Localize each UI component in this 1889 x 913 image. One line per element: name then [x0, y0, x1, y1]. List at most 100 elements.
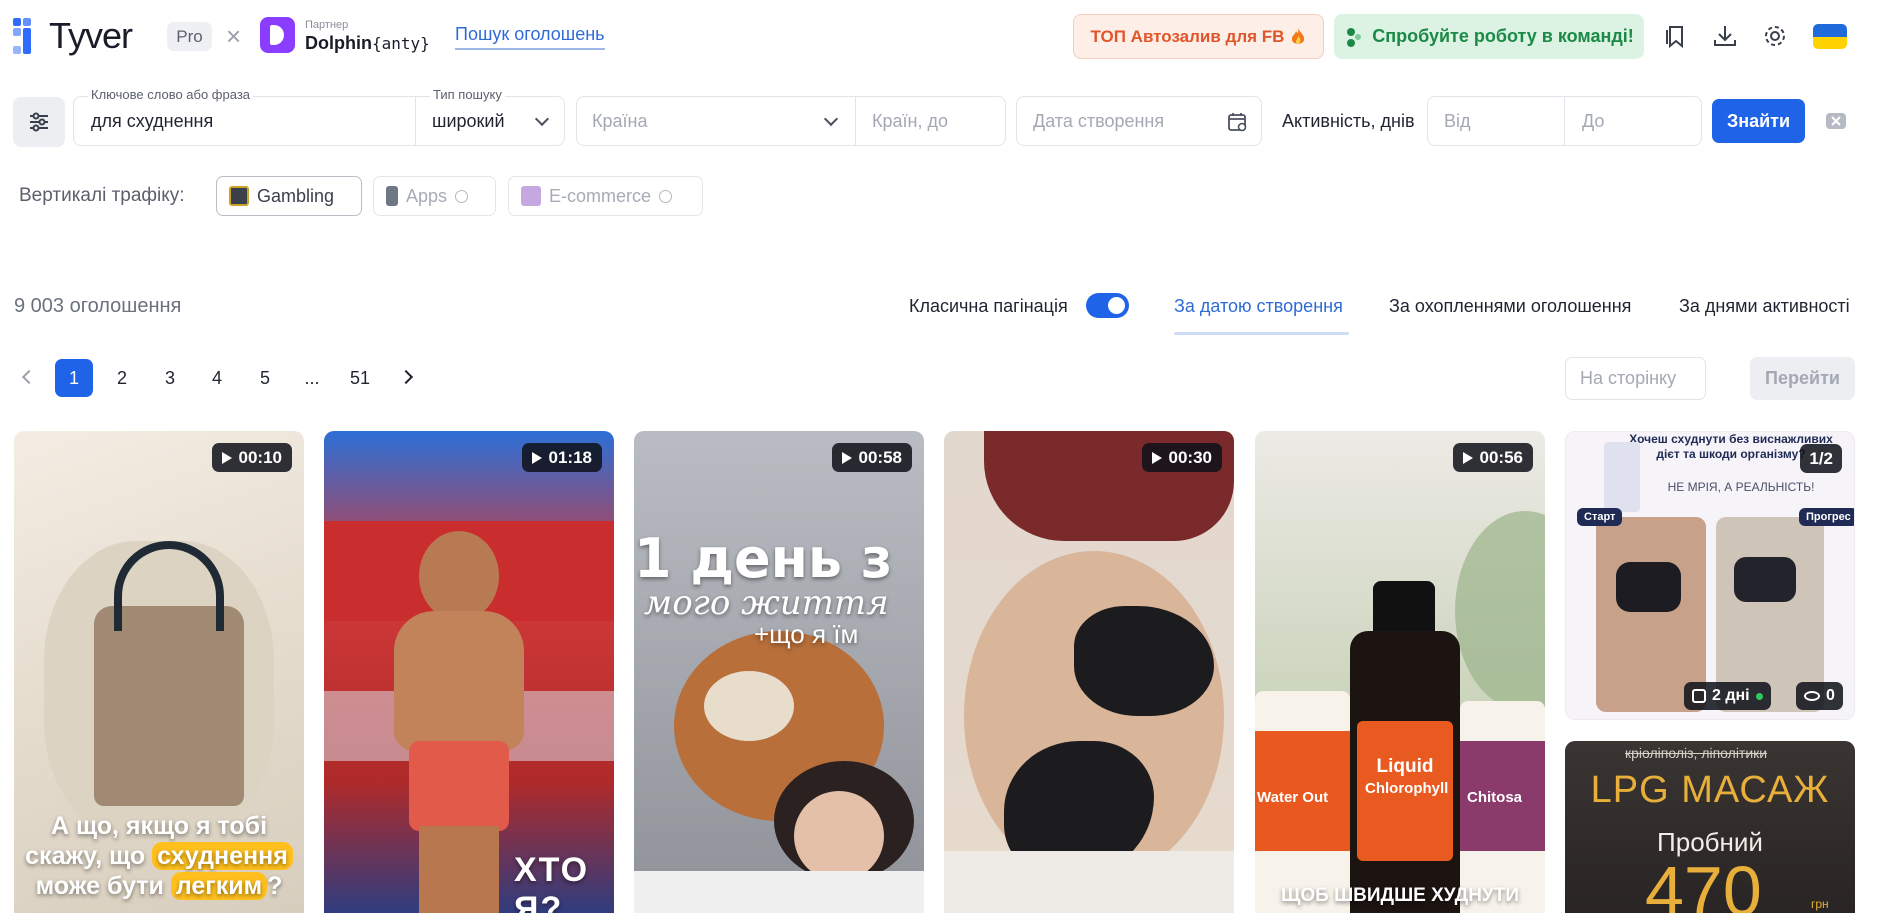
active-tab-indicator: [1174, 332, 1349, 335]
carousel-index-badge: 1/2: [1800, 444, 1842, 473]
dolphin-logo-icon[interactable]: [260, 17, 295, 53]
sliders-icon: [30, 112, 48, 132]
partner-name[interactable]: Dolphin{anty}: [305, 33, 430, 54]
active-days-badge: 2 дні: [1684, 682, 1771, 710]
ad-card[interactable]: 00:30: [944, 431, 1234, 913]
video-duration-badge: 01:18: [521, 443, 602, 472]
activity-to-placeholder: До: [1582, 111, 1605, 131]
ad-thumbnail: [94, 606, 244, 806]
ads-count: 9 003 оголошення: [14, 295, 182, 317]
play-icon: [1151, 451, 1162, 464]
page-2[interactable]: 2: [103, 359, 141, 397]
top-header: Tyver Pro × Партнер Dolphin{anty} Пошук …: [0, 0, 1889, 76]
vertical-chip-ecommerce[interactable]: E-commerce: [508, 176, 703, 216]
team-trial-button[interactable]: Спробуйте роботу в команді!: [1334, 14, 1644, 59]
ad-card[interactable]: 01:18 ХТО Я?: [324, 431, 614, 913]
page-51[interactable]: 51: [341, 359, 379, 397]
bookmarks-icon[interactable]: [1661, 22, 1689, 50]
views-badge: 0: [1796, 682, 1843, 710]
settings-icon[interactable]: [1761, 22, 1789, 50]
fire-icon: [1292, 27, 1305, 44]
next-page-icon[interactable]: [398, 369, 414, 385]
country-placeholder: Країна: [592, 111, 648, 131]
ad-caption: А що, якщо я тобі скажу, що схуднення мо…: [14, 811, 304, 901]
search-type-label: Тип пошуку: [430, 87, 505, 102]
ad-caption-line: кріоліполіз, ліполітики: [1625, 745, 1768, 761]
ad-caption: LPG МАСАЖ: [1590, 769, 1830, 811]
ad-caption: Liquid Chlorophyll: [1365, 756, 1449, 797]
ad-caption-line: мого життя: [644, 583, 889, 623]
ad-caption: ХТО Я?: [514, 851, 590, 913]
page-1[interactable]: 1: [55, 359, 93, 397]
vertical-chip-label: E-commerce: [549, 185, 652, 206]
search-ads-link[interactable]: Пошук оголошень: [455, 24, 605, 50]
fb-button-label: ТОП Автозалив для FB: [1090, 26, 1285, 46]
ad-card[interactable]: 00:58 1 день з мого життя +що я їм: [634, 431, 924, 913]
team-button-label: Спробуйте роботу в команді!: [1372, 26, 1634, 46]
users-icon: [1347, 27, 1362, 47]
keyword-label: Ключове слово або фраза: [88, 87, 254, 102]
video-duration-badge: 00:10: [211, 443, 292, 472]
video-duration-badge: 00:58: [831, 443, 912, 472]
eye-icon: [1804, 691, 1820, 701]
slot-machine-icon: [229, 186, 249, 206]
ad-caption-line: Chitosa: [1467, 789, 1523, 806]
vertical-chip-apps[interactable]: Apps: [373, 176, 496, 216]
countries-to-placeholder: Країн, до: [872, 111, 948, 131]
phone-icon: [386, 186, 398, 206]
sort-tab-created-date[interactable]: За датою створення: [1174, 296, 1343, 317]
ad-caption-line: +що я їм: [754, 619, 859, 649]
sort-tab-reach[interactable]: За охопленнями оголошення: [1389, 296, 1631, 317]
traffic-verticals-label: Вертикалі трафіку:: [19, 185, 185, 206]
logo-text: Tyver: [49, 15, 133, 56]
page-ellipsis: ...: [304, 367, 320, 388]
filters-toggle-button[interactable]: [13, 97, 65, 147]
vertical-chip-gambling[interactable]: Gambling: [216, 176, 362, 216]
page-3[interactable]: 3: [151, 359, 189, 397]
search-type-value: широкий: [432, 111, 505, 131]
shopping-bags-icon: [521, 186, 541, 206]
ad-caption-line: ЩОБ ШВИДШЕ ХУДНУТИ: [1281, 885, 1519, 906]
ad-card[interactable]: 00:56 Liquid Chlorophyll Water Out Chito…: [1255, 431, 1545, 913]
download-icon[interactable]: [1711, 22, 1739, 50]
find-button[interactable]: Знайти: [1712, 99, 1805, 143]
activity-label: Активність, днів: [1282, 111, 1415, 131]
active-dot-icon: [1755, 692, 1763, 700]
clear-filters-icon[interactable]: [1826, 113, 1846, 129]
ad-card[interactable]: кріоліполіз, ліполітики LPG МАСАЖ Пробни…: [1565, 741, 1855, 913]
tyver-logo-icon: [13, 18, 45, 54]
ad-caption-line: НЕ МРІЯ, А РЕАЛЬНІСТЬ!: [1667, 480, 1815, 494]
ad-card[interactable]: Хочеш схуднути без виснажливих дієт та ш…: [1565, 431, 1855, 720]
keyword-value: для схуднення: [91, 111, 214, 131]
page-4[interactable]: 4: [198, 359, 236, 397]
calendar-icon[interactable]: [1227, 111, 1249, 133]
ad-card[interactable]: 00:10 А що, якщо я тобі скажу, що схудне…: [14, 431, 304, 913]
currency-label: грн: [1811, 897, 1829, 911]
calendar-icon: [1692, 689, 1706, 703]
classic-pagination-label: Класична пагінація: [909, 296, 1068, 316]
video-duration-badge: 00:30: [1141, 443, 1222, 472]
sort-tab-active-days[interactable]: За днями активності: [1679, 296, 1850, 317]
goto-page-button[interactable]: Перейти: [1750, 357, 1855, 400]
per-page-input[interactable]: На сторінку: [1565, 357, 1706, 400]
activity-from-placeholder: Від: [1444, 111, 1471, 131]
play-icon: [841, 451, 852, 464]
plan-badge: Pro: [167, 22, 212, 51]
ad-thumbnail: [419, 531, 499, 621]
start-label: Старт: [1577, 508, 1623, 526]
partner-label: Партнер: [305, 19, 349, 31]
page-5[interactable]: 5: [246, 359, 284, 397]
fb-autopour-button[interactable]: ТОП Автозалив для FB: [1073, 14, 1324, 59]
ad-price: 470: [1645, 852, 1762, 913]
play-icon: [1462, 451, 1473, 464]
clock-icon: [659, 189, 673, 203]
progress-label: Прогрес: [1799, 508, 1854, 526]
classic-pagination-toggle[interactable]: [1086, 293, 1129, 318]
times-glyph: ×: [226, 21, 242, 51]
vertical-chip-label: Gambling: [257, 185, 335, 206]
vertical-chip-label: Apps: [406, 185, 448, 206]
prev-page-icon[interactable]: [21, 369, 37, 385]
language-flag-icon[interactable]: [1813, 24, 1847, 49]
tyver-logo[interactable]: Tyver: [13, 15, 133, 56]
ad-caption: 1 день з: [634, 527, 893, 590]
